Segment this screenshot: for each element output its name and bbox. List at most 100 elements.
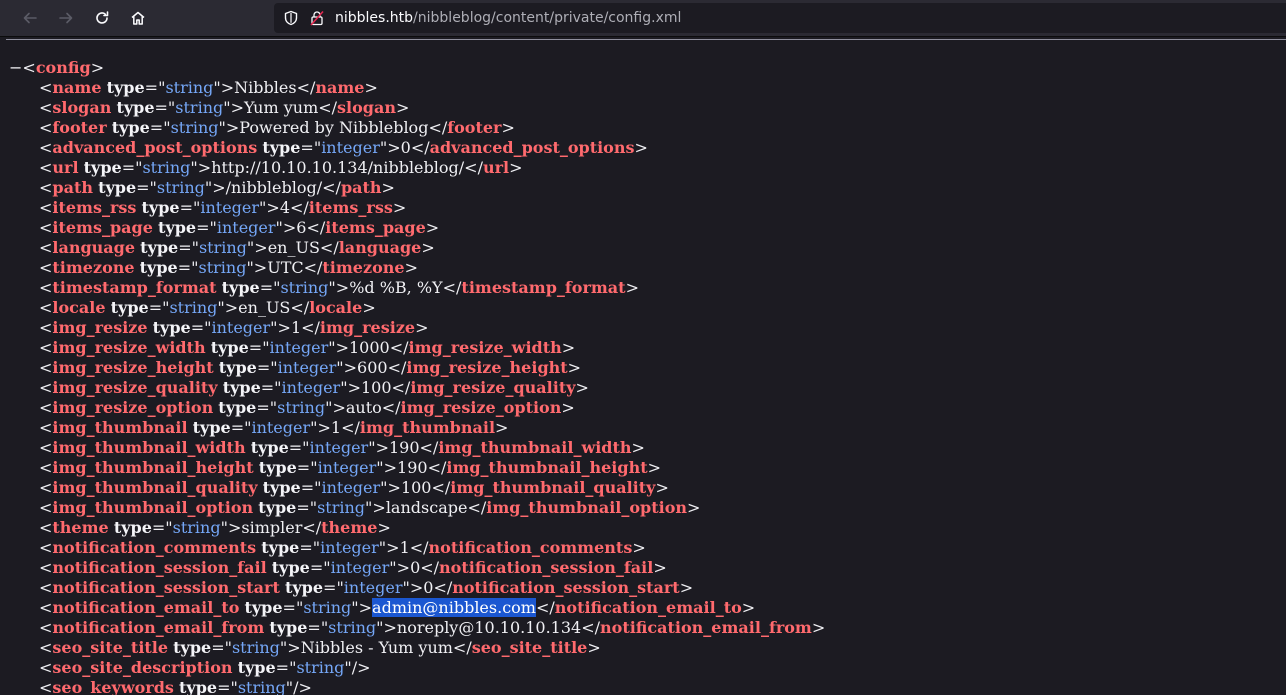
text-value: UTC [267, 258, 304, 277]
tag-name: notification_session_fail [52, 558, 267, 577]
attr-value: string [198, 238, 247, 257]
xml-line: <notification_session_start type="intege… [39, 578, 694, 597]
close-tag-name: locale [309, 298, 363, 317]
attr-value: integer [317, 458, 377, 477]
attr-value: string [156, 178, 205, 197]
xml-line: <footer type="string">Powered by Nibbleb… [39, 118, 515, 137]
forward-button[interactable] [52, 4, 80, 32]
attr-name: type [192, 418, 231, 437]
attr-value: string [277, 398, 326, 417]
close-tag-name: img_thumbnail [359, 418, 496, 437]
attr-value: integer [200, 198, 260, 217]
text-value: landscape [385, 498, 468, 517]
text-value: 0 [410, 558, 421, 577]
xml-line: <slogan type="string">Yum yum</slogan> [39, 98, 410, 117]
close-tag-name: theme [321, 518, 378, 537]
tag-name: advanced_post_options [52, 138, 258, 157]
close-tag-name: img_thumbnail_height [446, 458, 648, 477]
text-value: %d %B, %Y [349, 278, 443, 297]
attr-name: type [262, 138, 301, 157]
text-value: Powered by Nibbleblog [239, 118, 429, 137]
text-value: /nibbleblog/ [225, 178, 323, 197]
xml-line: <notification_session_fail type="integer… [39, 558, 667, 577]
arrow-right-icon [59, 12, 73, 24]
tag-name: img_thumbnail [52, 418, 188, 437]
root-open-line: −<config> [9, 58, 105, 77]
close-tag-name: seo_site_title [471, 638, 588, 657]
attr-value: integer [251, 418, 311, 437]
attr-value: string [280, 278, 329, 297]
text-value: 1 [290, 318, 302, 337]
attr-name: type [221, 278, 260, 297]
attr-name: type [271, 558, 310, 577]
text-value: auto [345, 398, 382, 417]
lock-icon[interactable] [309, 10, 325, 26]
divider [6, 39, 1286, 40]
close-tag-name: items_page [325, 218, 426, 237]
xml-line: <path type="string">/nibbleblog/</path> [39, 178, 395, 197]
close-tag-name: timestamp_format [461, 278, 626, 297]
attr-value: string [231, 638, 280, 657]
tag-name: path [52, 178, 93, 197]
shield-icon[interactable] [283, 10, 299, 26]
attr-name: type [210, 338, 249, 357]
tag-name: items_rss [52, 198, 137, 217]
text-value: noreply@10.10.10.134 [396, 618, 582, 637]
attr-value: string [303, 598, 352, 617]
xml-line: <notification_email_to type="string">adm… [39, 598, 756, 617]
close-tag-name: url [482, 158, 510, 177]
reload-icon [96, 11, 109, 24]
back-button[interactable] [16, 4, 44, 32]
xml-line: <img_thumbnail_width type="integer">190<… [39, 438, 645, 457]
tag-name: name [52, 78, 102, 97]
attr-value: string [165, 78, 214, 97]
close-tag-name: notification_email_to [554, 598, 742, 617]
url-text[interactable]: nibbles.htb/nibbleblog/content/private/c… [335, 9, 681, 27]
tag-name: slogan [52, 98, 112, 117]
xml-line: <img_thumbnail type="integer">1</img_thu… [39, 418, 509, 437]
tag-name: url [52, 158, 79, 177]
address-bar[interactable]: nibbles.htb/nibbleblog/content/private/c… [274, 3, 1286, 33]
tag-name: footer [52, 118, 107, 137]
attr-name: type [111, 118, 150, 137]
root-tag-name: config [35, 58, 91, 77]
close-tag-name: img_thumbnail_quality [450, 478, 656, 497]
close-tag-name: path [340, 178, 382, 197]
attr-name: type [250, 438, 289, 457]
xml-line: <img_thumbnail_option type="string">land… [39, 498, 701, 517]
reload-button[interactable] [88, 4, 116, 32]
text-value: 1 [399, 538, 410, 557]
xml-line: <img_resize_quality type="integer">100</… [39, 378, 589, 397]
text-value: Nibbles [234, 78, 297, 97]
text-value: http://10.10.10.134/nibbleblog/ [211, 158, 465, 177]
attr-name: type [158, 218, 197, 237]
attr-name: type [258, 458, 297, 477]
xml-line: <notification_email_from type="string">n… [39, 618, 826, 637]
xml-line: <seo_site_description type="string"/> [39, 658, 371, 677]
text-value: Nibbles - Yum yum [300, 638, 453, 657]
attr-value: integer [216, 218, 276, 237]
xml-tree: −<config> <name type="string">Nibbles</n… [0, 58, 1286, 695]
close-tag-name: notification_session_fail [439, 558, 654, 577]
attr-name: type [244, 598, 283, 617]
attr-value: integer [269, 338, 329, 357]
attr-name: type [262, 478, 301, 497]
tag-name: seo_site_description [52, 658, 233, 677]
xml-line: <timestamp_format type="string">%d %B, %… [39, 278, 639, 297]
tag-name: timestamp_format [52, 278, 217, 297]
xml-line: <name type="string">Nibbles</name> [39, 78, 378, 97]
attr-value: string [296, 658, 345, 677]
tag-name: notification_email_to [52, 598, 240, 617]
close-tag-name: items_rss [308, 198, 393, 217]
collapse-toggle[interactable]: − [9, 58, 22, 77]
text-value: en_US [238, 298, 291, 317]
close-tag-name: img_thumbnail_option [486, 498, 687, 517]
xml-viewer: −<config> <name type="string">Nibbles</n… [0, 37, 1286, 695]
attr-value: string [142, 158, 191, 177]
tag-name: img_resize [52, 318, 148, 337]
home-button[interactable] [124, 4, 152, 32]
attr-name: type [218, 358, 257, 377]
xml-line: <locale type="string">en_US</locale> [39, 298, 376, 317]
text-value: 100 [400, 478, 432, 497]
text-value: 6 [296, 218, 307, 237]
